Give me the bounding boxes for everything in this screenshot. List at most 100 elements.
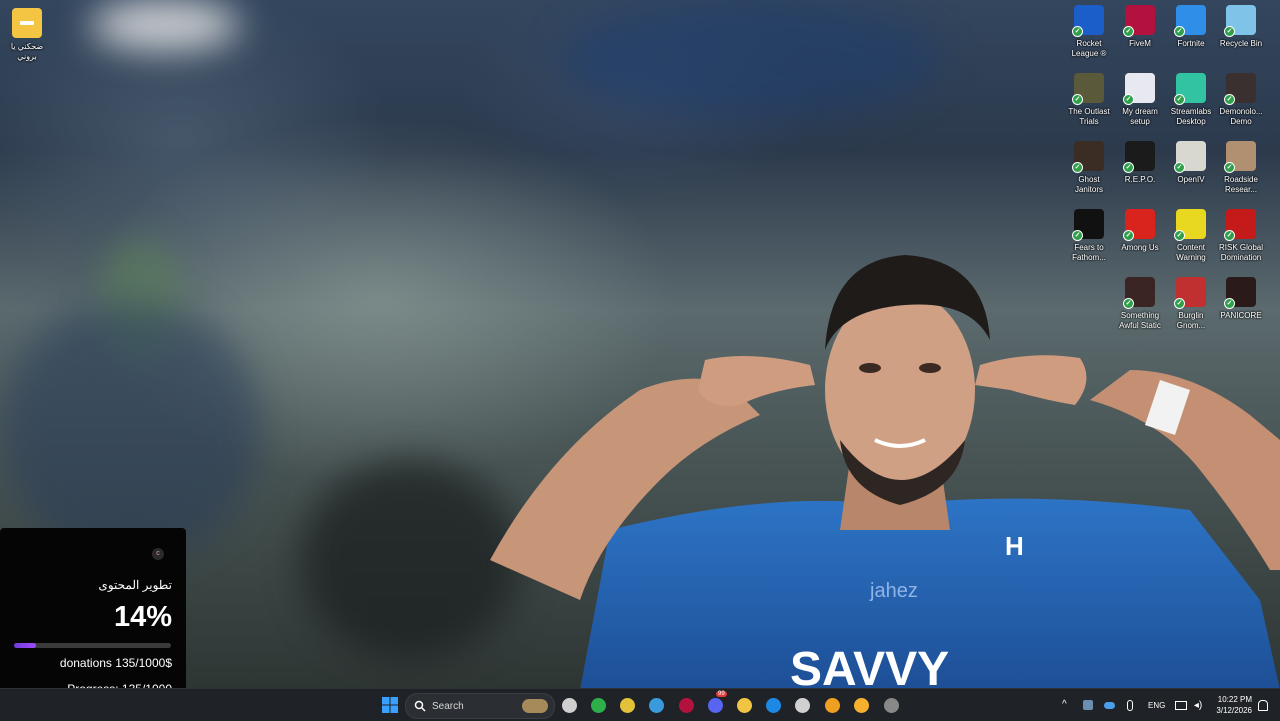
microphone-icon[interactable]: [1121, 694, 1139, 716]
desktop-icon-fivem[interactable]: ✓ FiveM: [1115, 5, 1165, 49]
desktop-icon-folder[interactable]: ضحكني يا بروني: [2, 8, 52, 62]
desktop-icon-recycle-bin[interactable]: ✓ Recycle Bin: [1216, 5, 1266, 49]
sync-check-icon: ✓: [1174, 94, 1185, 105]
tray-app-icon[interactable]: [1079, 694, 1097, 716]
onedrive-icon[interactable]: [1100, 694, 1118, 716]
widget-progress-fill: [14, 643, 36, 648]
discord-notification-badge: 99: [716, 691, 727, 697]
panicore-icon: ✓: [1224, 277, 1256, 309]
svg-text:H: H: [1005, 531, 1024, 561]
taskbar-app-folder[interactable]: [733, 694, 755, 716]
content-warning-icon: ✓: [1174, 209, 1206, 241]
sync-check-icon: ✓: [1123, 94, 1134, 105]
taskbar-app-discord[interactable]: 99: [704, 691, 727, 716]
sync-check-icon: ✓: [1123, 162, 1134, 173]
taskbar-app-chrome-dev[interactable]: [616, 694, 638, 716]
desktop-icon-my-dream-setup[interactable]: ✓ My dream setup: [1115, 73, 1165, 127]
widget-title: تطوير المحتوى: [98, 578, 172, 592]
fears-to-fathom-icon: ✓: [1072, 209, 1104, 241]
sync-check-icon: ✓: [1123, 26, 1134, 37]
desktop-icon-label: My dream setup: [1122, 107, 1158, 126]
file-explorer-icon: [561, 697, 577, 713]
desktop-icon-label: FiveM: [1129, 39, 1151, 48]
sync-check-icon: ✓: [1224, 230, 1235, 241]
start-button[interactable]: [379, 694, 401, 716]
desktop-icon-something-awful-static[interactable]: ✓ Something Awful Static: [1115, 277, 1165, 331]
desktop-icon-outlast-trials[interactable]: ✓ The Outlast Trials: [1064, 73, 1114, 127]
desktop-icon-risk[interactable]: ✓ RISK Global Domination: [1216, 209, 1266, 263]
network-icon[interactable]: [1172, 694, 1190, 716]
desktop-icon-label: Among Us: [1121, 243, 1159, 252]
chrome-icon: [590, 697, 606, 713]
among-us-icon: ✓: [1123, 209, 1155, 241]
taskbar-app-store[interactable]: [791, 694, 813, 716]
rocket-league-icon: ✓: [1072, 5, 1104, 37]
desktop-icon-content-warning[interactable]: ✓ Content Warning: [1166, 209, 1216, 263]
outlast-trials-icon: ✓: [1072, 73, 1104, 105]
desktop-icon-label: Roadside Resear...: [1224, 175, 1258, 194]
fortnite-icon: ✓: [1174, 5, 1206, 37]
sync-check-icon: ✓: [1174, 298, 1185, 309]
desktop-icon-label: ضحكني يا بروني: [10, 42, 44, 61]
windows-icon: [382, 697, 398, 713]
desktop-icon-roadside-research[interactable]: ✓ Roadside Resear...: [1216, 141, 1266, 195]
taskbar-app-edge[interactable]: [762, 694, 784, 716]
chevron-up-icon[interactable]: ^: [1062, 699, 1067, 710]
clock-time[interactable]: 10:22 PM: [1212, 695, 1252, 704]
language-indicator[interactable]: ENG: [1148, 701, 1165, 710]
desktop-icon-burglin-gnomes[interactable]: ✓ Burglin Gnom...: [1166, 277, 1216, 331]
app-notification-icon: [853, 697, 869, 713]
desktop-icon-label: Content Warning: [1176, 243, 1206, 262]
openiv-icon: ✓: [1174, 141, 1206, 173]
edge-icon: [765, 697, 781, 713]
desktop-icon-label: Ghost Janitors: [1074, 175, 1103, 194]
desktop-icon-rocket-league[interactable]: ✓ Rocket League ®: [1064, 5, 1114, 59]
sync-check-icon: ✓: [1224, 162, 1235, 173]
desktop-icon-among-us[interactable]: ✓ Among Us: [1115, 209, 1165, 253]
notifications-icon[interactable]: [1254, 694, 1272, 716]
search-highlight-icon: [522, 699, 548, 713]
volume-icon[interactable]: ◂): [1189, 694, 1207, 716]
desktop-icon-label: Fortnite: [1177, 39, 1205, 48]
desktop-icon-repo[interactable]: ✓ R.E.P.O.: [1115, 141, 1165, 185]
sync-check-icon: ✓: [1123, 298, 1134, 309]
desktop-icon-openiv[interactable]: ✓ OpenIV: [1166, 141, 1216, 185]
desktop-icon-streamlabs[interactable]: ✓ Streamlabs Desktop: [1166, 73, 1216, 127]
desktop-icon-panicore[interactable]: ✓ PANICORE: [1216, 277, 1266, 321]
donation-goal-widget: c تطوير المحتوى 14% donations 135/1000$ …: [0, 528, 186, 706]
desktop-icon-label: PANICORE: [1220, 311, 1262, 320]
desktop-icon-demonologist[interactable]: ✓ Demonolo... Demo: [1216, 73, 1266, 127]
svg-text:jahez: jahez: [869, 580, 918, 602]
sync-check-icon: ✓: [1224, 26, 1235, 37]
desktop-icon-label: Fears to Fathom...: [1072, 243, 1106, 262]
desktop-icon-label: Demonolo... Demo: [1219, 107, 1263, 126]
clock-date[interactable]: 3/12/2026: [1212, 706, 1252, 715]
my-dream-setup-icon: ✓: [1123, 73, 1155, 105]
fivem-icon: [678, 697, 694, 713]
copilot-icon: [648, 697, 664, 713]
sync-check-icon: ✓: [1174, 230, 1185, 241]
desktop-icon-fears-to-fathom[interactable]: ✓ Fears to Fathom...: [1064, 209, 1114, 263]
sync-check-icon: ✓: [1123, 230, 1134, 241]
desktop-icon-fortnite[interactable]: ✓ Fortnite: [1166, 5, 1216, 49]
recycle-bin-icon: ✓: [1224, 5, 1256, 37]
svg-text:SAVVY: SAVVY: [790, 643, 949, 688]
taskbar-app-fivem[interactable]: [675, 694, 697, 716]
sync-check-icon: ✓: [1072, 26, 1083, 37]
taskbar-app-copilot[interactable]: [645, 694, 667, 716]
taskbar-app-steam[interactable]: [880, 694, 902, 716]
taskbar-app-file-explorer[interactable]: [558, 694, 580, 716]
taskbar-app-chrome[interactable]: [587, 694, 609, 716]
desktop-icon-label: Streamlabs Desktop: [1170, 107, 1212, 126]
sync-check-icon: ✓: [1174, 26, 1185, 37]
taskbar-app-brave[interactable]: [821, 694, 843, 716]
widget-donations-text: donations 135/1000$: [59, 656, 172, 670]
desktop-icon-label: RISK Global Domination: [1218, 243, 1264, 262]
sync-check-icon: ✓: [1072, 162, 1083, 173]
taskbar-search[interactable]: Search: [405, 693, 555, 719]
search-placeholder: Search: [432, 700, 464, 712]
taskbar-app-app-notification[interactable]: [850, 694, 872, 716]
burglin-gnomes-icon: ✓: [1174, 277, 1206, 309]
steam-icon: [883, 697, 899, 713]
desktop-icon-ghost-janitors[interactable]: ✓ Ghost Janitors: [1064, 141, 1114, 195]
